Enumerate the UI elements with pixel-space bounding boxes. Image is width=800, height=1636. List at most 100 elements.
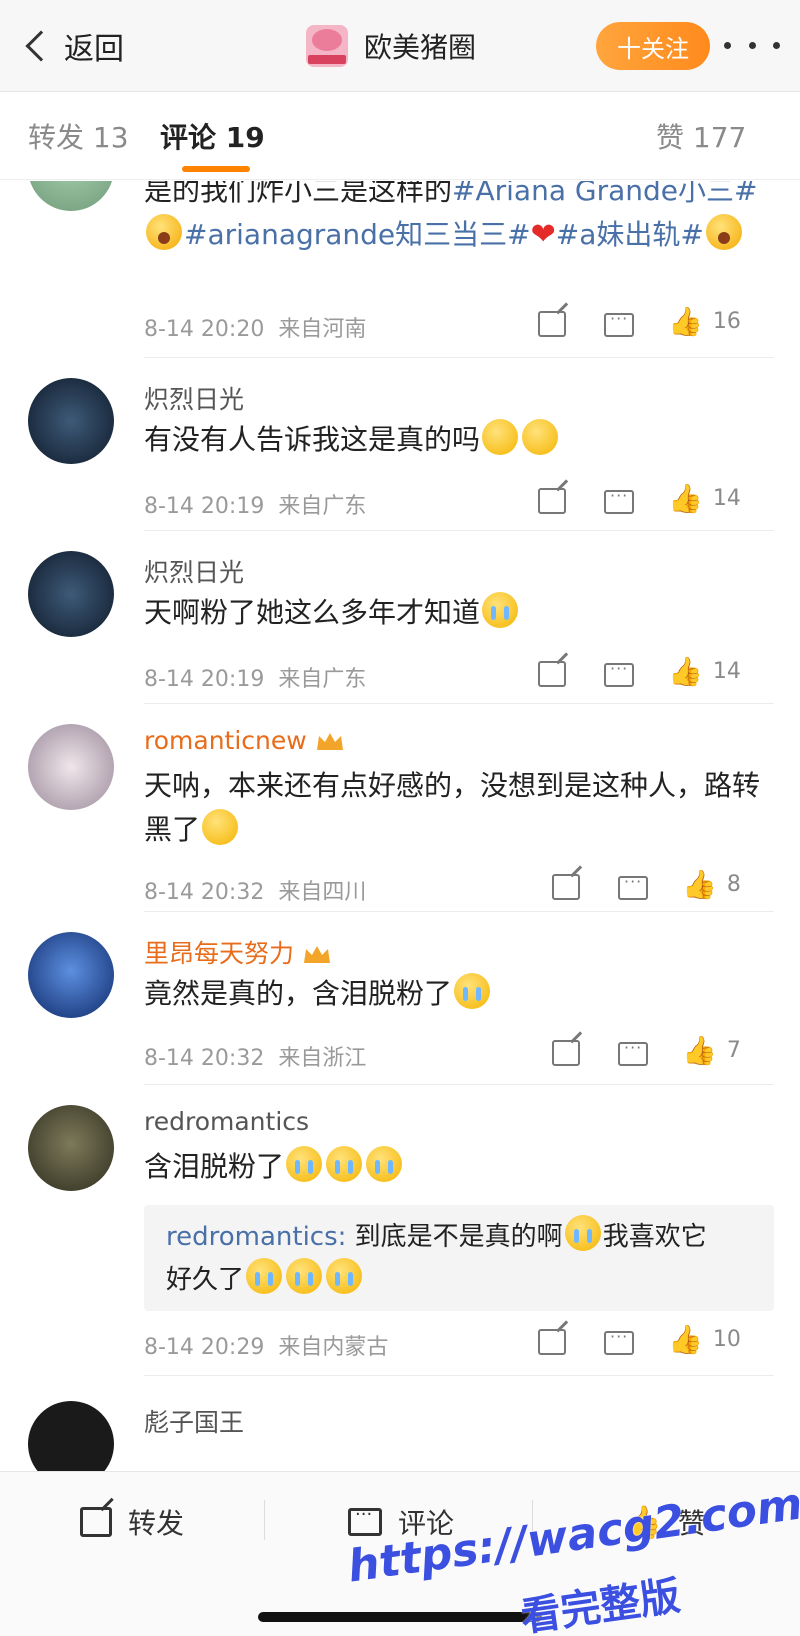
comment-text: 天呐，本来还有点好感的，没想到是这种人，路转黑了 (144, 764, 774, 852)
reply-button[interactable] (604, 309, 634, 337)
crying-emoji-icon (326, 1146, 363, 1182)
comment-meta: 8-14 20:32 来自浙江 (144, 1040, 366, 1072)
tab-likes[interactable]: 赞 177 (656, 116, 746, 156)
comment-time: 8-14 20:19 (144, 494, 265, 519)
share-button[interactable] (538, 1329, 566, 1355)
pig-logo-icon (312, 29, 342, 51)
scream-emoji-icon (705, 214, 742, 250)
smile-emoji-icon (482, 419, 519, 455)
comment-username[interactable]: redromantics (144, 1107, 309, 1136)
reply-button[interactable] (604, 486, 634, 514)
comment-text: 天啊粉了她这么多年才知道 (144, 591, 774, 635)
repost-button[interactable]: 转发 (80, 1500, 184, 1544)
crying-emoji-icon (482, 592, 519, 628)
like-icon: 👍 (668, 482, 703, 515)
quoted-text: 到底是不是真的啊 (354, 1222, 563, 1252)
topic-link[interactable]: #a妹出轨# (556, 218, 704, 251)
avatar[interactable] (28, 724, 114, 810)
back-button[interactable]: 返回 (22, 24, 124, 68)
like-count: 10 (712, 1327, 741, 1352)
comment-icon (618, 1038, 648, 1066)
crying-emoji-icon (326, 1258, 363, 1294)
like-button[interactable]: 👍 8 (682, 868, 741, 901)
back-chevron-icon (25, 30, 57, 62)
share-button[interactable] (552, 1040, 580, 1066)
comment-icon (604, 309, 634, 337)
reply-button[interactable] (604, 659, 634, 687)
smile-emoji-icon (522, 419, 559, 455)
avatar[interactable] (28, 1401, 114, 1471)
comment-username[interactable]: 炽烈日光 (144, 380, 244, 416)
scream-emoji-icon (146, 214, 182, 250)
tab-comments[interactable]: 评论 19 (160, 116, 265, 156)
divider (144, 1375, 774, 1376)
divider (144, 530, 774, 531)
comment-meta: 8-14 20:29 来自内蒙古 (144, 1329, 388, 1361)
comment-text-segment: 有没有人告诉我这是真的吗 (144, 423, 481, 456)
comment-username[interactable]: 彪子国王 (144, 1403, 244, 1439)
avatar[interactable] (28, 932, 114, 1018)
comment-text: 含泪脱粉了 (144, 1145, 774, 1189)
quoted-reply[interactable]: redromantics: 到底是不是真的啊 我喜欢它 好久了 (144, 1205, 774, 1311)
topic-link[interactable]: #Ariana Grande小三# (452, 181, 757, 207)
crying-emoji-icon (366, 1146, 403, 1182)
comment-time: 8-14 20:19 (144, 667, 265, 692)
nav-title-group[interactable]: 欧美猪圈 (306, 20, 476, 72)
like-button[interactable]: 👍 7 (682, 1034, 741, 1067)
crying-emoji-icon (564, 1215, 601, 1251)
account-avatar (306, 25, 348, 67)
avatar[interactable] (28, 551, 114, 637)
home-indicator[interactable] (258, 1612, 542, 1622)
reply-button[interactable] (618, 872, 648, 900)
share-icon (552, 1040, 580, 1066)
like-icon: 👍 (682, 1034, 717, 1067)
comment-location: 来自四川 (278, 880, 367, 905)
like-button[interactable]: 👍 14 (668, 482, 741, 515)
comment-meta: 8-14 20:32 来自四川 (144, 874, 366, 906)
like-button[interactable]: 👍 16 (668, 305, 741, 338)
heart-icon: ❤ (530, 217, 556, 252)
avatar[interactable] (28, 1105, 114, 1191)
comment-text-segment: 含泪脱粉了 (144, 1150, 285, 1183)
comment-text-segment: 是的我们炸小三是这样的 (144, 181, 453, 207)
comment-time: 8-14 20:20 (144, 317, 265, 342)
comment-icon (604, 659, 634, 687)
tab-bar: 转发 13 评论 19 赞 177 (0, 92, 800, 180)
comment-list[interactable]: 是的我们炸小三是这样的#Ariana Grande小三# #arianagrand… (0, 181, 800, 1471)
comment-location: 来自广东 (278, 494, 367, 519)
comment-username[interactable]: 炽烈日光 (144, 553, 244, 589)
quoted-text: 好久了 (166, 1265, 245, 1295)
follow-button[interactable]: 十关注 (596, 22, 710, 70)
like-button[interactable]: 👍 10 (668, 1323, 741, 1356)
comment-username[interactable]: romanticnew (144, 726, 345, 755)
share-button[interactable] (538, 311, 566, 337)
share-icon (538, 661, 566, 687)
back-label: 返回 (64, 32, 124, 67)
crying-emoji-icon (286, 1258, 323, 1294)
avatar[interactable] (28, 181, 114, 211)
more-dots-icon[interactable] (724, 30, 780, 60)
quoted-username[interactable]: redromantics: (166, 1222, 346, 1252)
tab-reposts[interactable]: 转发 13 (28, 116, 129, 156)
avatar[interactable] (28, 378, 114, 464)
comment-location: 来自广东 (278, 667, 367, 692)
share-button[interactable] (538, 488, 566, 514)
comment-location: 来自浙江 (278, 1046, 367, 1071)
topic-link[interactable]: #arianagrande知三当三# (184, 218, 531, 251)
reply-button[interactable] (618, 1038, 648, 1066)
comment-text: 有没有人告诉我这是真的吗 (144, 418, 774, 462)
separator (264, 1500, 265, 1540)
comment-username[interactable]: 里昂每天努力 (144, 934, 332, 970)
comment-time: 8-14 20:32 (144, 1046, 265, 1071)
repost-label: 转发 (128, 1507, 185, 1540)
share-button[interactable] (552, 874, 580, 900)
share-button[interactable] (538, 661, 566, 687)
comment-location: 来自河南 (278, 317, 367, 342)
top-nav-bar: 返回 欧美猪圈 十关注 (0, 0, 800, 92)
username-text: romanticnew (144, 726, 307, 755)
like-icon: 👍 (668, 305, 703, 338)
reply-button[interactable] (604, 1327, 634, 1355)
crying-emoji-icon (246, 1258, 283, 1294)
divider (144, 357, 774, 358)
like-button[interactable]: 👍 14 (668, 655, 741, 688)
